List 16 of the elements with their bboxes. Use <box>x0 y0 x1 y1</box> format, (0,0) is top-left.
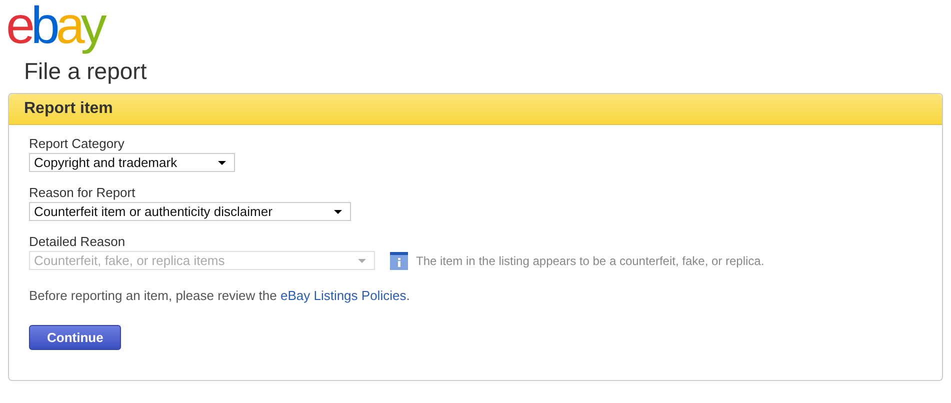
logo: ebay <box>6 0 108 56</box>
field-label: Detailed Reason <box>29 234 126 249</box>
hint-text: The item in the listing appears to be a counterfeit, fake, or replica. <box>416 254 764 268</box>
policies-link[interactable]: eBay Listings Policies <box>280 288 406 303</box>
dropdown[interactable]: Counterfeit item or authenticity disclaimer <box>29 202 351 221</box>
policy-note: Before reporting an item, please review the eBay Listings Policies. <box>29 288 411 303</box>
info-icon <box>390 252 408 270</box>
field-label: Reason for Report <box>29 185 136 200</box>
panel-title: Report item <box>24 100 113 117</box>
caret-icon <box>358 258 366 262</box>
dropdown[interactable]: Copyright and trademark <box>29 153 235 172</box>
caret-icon <box>218 160 226 164</box>
page-title: File a report <box>24 58 148 85</box>
caret-icon <box>334 210 342 214</box>
field-label: Report Category <box>29 136 124 151</box>
continue-button[interactable]: Continue <box>29 325 122 350</box>
